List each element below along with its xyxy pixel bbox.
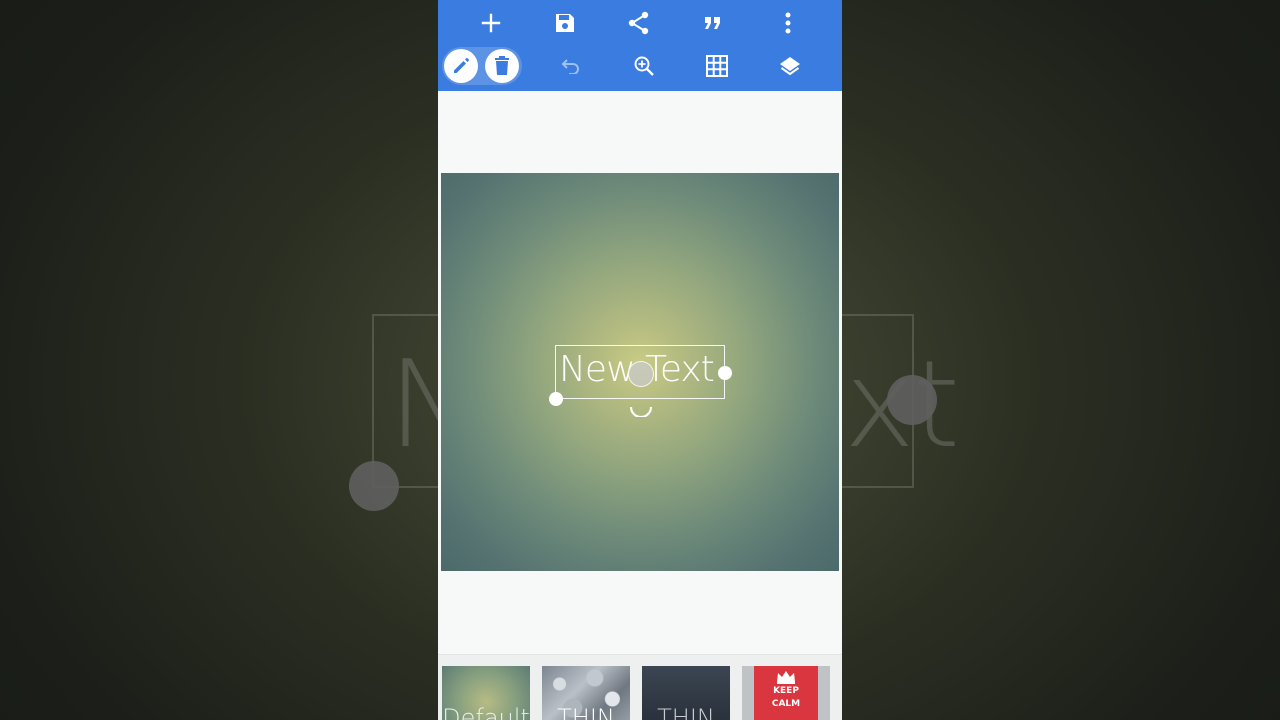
- backdrop-handle: [887, 375, 937, 425]
- resize-handle-right[interactable]: [718, 366, 732, 380]
- phone-screen: New Text Default THIN THIN KEEP CALM: [438, 0, 842, 720]
- resize-handle-left[interactable]: [549, 392, 563, 406]
- grid-icon: [706, 55, 728, 77]
- more-button[interactable]: [770, 5, 806, 41]
- backdrop-left: N: [0, 0, 438, 720]
- quote-icon: [705, 17, 720, 29]
- floppy-disk-icon: [556, 14, 574, 32]
- screen: N xt: [0, 0, 1280, 720]
- more-vertical-icon: [785, 12, 791, 34]
- template-thin-dark[interactable]: THIN: [642, 666, 730, 720]
- backdrop-handle: [349, 461, 399, 511]
- backdrop-right: xt: [842, 0, 1280, 720]
- layers-icon: [780, 57, 800, 76]
- zoom-button[interactable]: [626, 48, 662, 84]
- template-strip: Default THIN THIN KEEP CALM: [438, 654, 842, 720]
- toolbar: [438, 0, 842, 91]
- design-canvas[interactable]: New Text: [441, 173, 839, 571]
- grid-button[interactable]: [699, 48, 735, 84]
- backdrop-text: N: [388, 336, 438, 475]
- keep-calm-text: KEEP CALM: [754, 666, 818, 711]
- template-keep-calm[interactable]: KEEP CALM: [742, 666, 830, 720]
- keep-line: KEEP: [773, 686, 799, 696]
- template-default[interactable]: Default: [442, 666, 530, 720]
- template-label: THIN: [557, 704, 615, 720]
- share-icon: [628, 11, 649, 35]
- move-handle[interactable]: [628, 361, 654, 387]
- calm-line: CALM: [771, 699, 801, 709]
- undo-icon: [561, 59, 579, 74]
- quote-button[interactable]: [695, 5, 731, 41]
- template-label: THIN: [657, 704, 715, 720]
- zoom-in-icon: [634, 56, 654, 76]
- undo-button[interactable]: [553, 48, 589, 84]
- save-button[interactable]: [547, 5, 583, 41]
- add-button[interactable]: [473, 5, 509, 41]
- plus-icon: [481, 13, 501, 33]
- edit-button[interactable]: [444, 49, 478, 83]
- pencil-icon: [454, 58, 469, 73]
- template-label: Default: [442, 704, 530, 720]
- template-thin-photo[interactable]: THIN: [542, 666, 630, 720]
- trash-icon: [495, 56, 509, 75]
- crown-icon: [777, 671, 795, 684]
- loading-spinner-icon: [629, 406, 653, 417]
- layers-button[interactable]: [772, 48, 808, 84]
- share-button[interactable]: [621, 5, 657, 41]
- delete-button[interactable]: [485, 49, 519, 83]
